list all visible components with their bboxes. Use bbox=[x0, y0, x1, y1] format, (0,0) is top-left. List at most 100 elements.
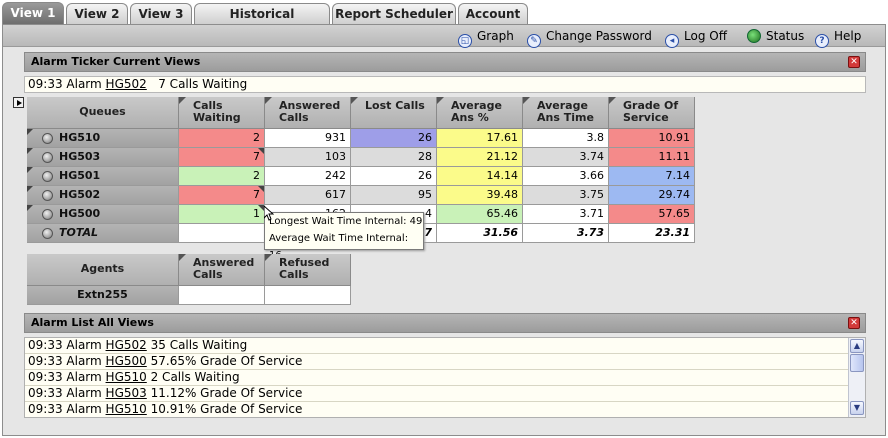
agent-row-label[interactable]: Extn255 bbox=[27, 286, 179, 305]
ticker-link[interactable]: HG502 bbox=[106, 77, 147, 91]
alarm-text: 10.91% Grade Of Service bbox=[150, 402, 303, 416]
alarm-list-title: Alarm List All Views bbox=[31, 316, 154, 329]
calls-waiting-cell: 1 bbox=[179, 205, 265, 224]
header-average-ans-time-label: Average Ans Time bbox=[537, 99, 594, 124]
grade-of-service-cell: 11.11 bbox=[609, 148, 695, 167]
alarm-time: 09:33 Alarm bbox=[28, 370, 102, 384]
header-calls-waiting[interactable]: Calls Waiting bbox=[179, 97, 265, 129]
answered-calls-cell: 617 bbox=[265, 186, 351, 205]
close-icon[interactable]: ✕ bbox=[848, 56, 860, 68]
queue-name: HG510 bbox=[59, 131, 101, 144]
change-password-link[interactable]: ✎ Change Password bbox=[527, 27, 652, 48]
key-icon: ✎ bbox=[527, 34, 541, 48]
wait-time-tooltip: Longest Wait Time Internal: 49 Average W… bbox=[264, 212, 424, 261]
toolbar: ◱ Graph ✎ Change Password ◂ Log Off Status … bbox=[3, 25, 885, 48]
lost-calls-cell: 95 bbox=[351, 186, 437, 205]
header-lost-calls[interactable]: Lost Calls bbox=[351, 97, 437, 129]
alarm-time: 09:33 Alarm bbox=[28, 354, 102, 368]
header-answered-calls[interactable]: Answered Calls bbox=[265, 97, 351, 129]
grade-of-service-cell: 10.91 bbox=[609, 129, 695, 148]
queue-row-label[interactable]: HG510 bbox=[27, 129, 179, 148]
alarm-list-header: Alarm List All Views ✕ bbox=[24, 313, 866, 333]
tab-view-1[interactable]: View 1 bbox=[2, 2, 64, 24]
total-label: TOTAL bbox=[59, 226, 99, 239]
status-label: Status bbox=[766, 29, 805, 43]
average-ans-pct-cell: 17.61 bbox=[437, 129, 523, 148]
expand-arrow-icon[interactable] bbox=[13, 97, 24, 108]
header-calls-waiting-label: Calls Waiting bbox=[193, 99, 241, 124]
queue-row-label[interactable]: HG500 bbox=[27, 205, 179, 224]
tab-view-3[interactable]: View 3 bbox=[130, 3, 192, 24]
graph-link[interactable]: ◱ Graph bbox=[458, 27, 514, 48]
alarm-link[interactable]: HG500 bbox=[106, 354, 147, 368]
queue-name: HG503 bbox=[59, 150, 101, 163]
log-off-link[interactable]: ◂ Log Off bbox=[665, 27, 727, 48]
average-ans-pct-cell: 39.48 bbox=[437, 186, 523, 205]
alarm-time: 09:33 Alarm bbox=[28, 386, 102, 400]
alarm-time: 09:33 Alarm bbox=[28, 338, 102, 352]
status-led-icon bbox=[747, 29, 761, 43]
scroll-up-icon[interactable]: ▲ bbox=[850, 339, 864, 353]
header-agent-refused-calls[interactable]: Refused Calls bbox=[265, 254, 351, 286]
list-item: 09:33 Alarm HG500 57.65% Grade Of Servic… bbox=[25, 354, 849, 370]
agent-refused-cell bbox=[265, 286, 351, 305]
calls-waiting-cell: 7 bbox=[179, 186, 265, 205]
tab-report-scheduler[interactable]: Report Scheduler bbox=[332, 3, 456, 24]
header-average-ans-pct-label: Average Ans % bbox=[451, 99, 502, 124]
grade-of-service-cell: 7.14 bbox=[609, 167, 695, 186]
help-icon: ? bbox=[815, 34, 829, 48]
tab-view-2[interactable]: View 2 bbox=[66, 3, 128, 24]
help-link[interactable]: ? Help bbox=[815, 27, 861, 48]
close-icon[interactable]: ✕ bbox=[848, 317, 860, 329]
alarm-link[interactable]: HG510 bbox=[106, 370, 147, 384]
queue-name: HG502 bbox=[59, 188, 101, 201]
total-row-label: TOTAL bbox=[27, 224, 179, 243]
back-arrow-icon: ◂ bbox=[665, 34, 679, 48]
ticker-text: 7 Calls Waiting bbox=[158, 77, 248, 91]
status-led-icon bbox=[42, 133, 53, 144]
list-item: 09:33 Alarm HG502 35 Calls Waiting bbox=[25, 338, 849, 354]
alarm-list: 09:33 Alarm HG502 35 Calls Waiting 09:33… bbox=[24, 337, 866, 418]
header-average-ans-time[interactable]: Average Ans Time bbox=[523, 97, 609, 129]
queue-row-label[interactable]: HG502 bbox=[27, 186, 179, 205]
total-calls-waiting-cell bbox=[179, 224, 265, 243]
calls-waiting-cell: 7 bbox=[179, 148, 265, 167]
alarm-link[interactable]: HG502 bbox=[106, 338, 147, 352]
log-off-label: Log Off bbox=[684, 29, 727, 43]
average-ans-time-cell: 3.75 bbox=[523, 186, 609, 205]
lost-calls-cell: 26 bbox=[351, 167, 437, 186]
total-grade-of-service-cell: 23.31 bbox=[609, 224, 695, 243]
header-agents[interactable]: Agents bbox=[27, 254, 179, 286]
answered-calls-cell: 103 bbox=[265, 148, 351, 167]
tab-bar: View 1 View 2 View 3 Historical Reportin… bbox=[0, 0, 888, 41]
status-led-icon bbox=[42, 171, 53, 182]
header-grade-of-service-label: Grade Of Service bbox=[623, 99, 679, 124]
scroll-down-icon[interactable]: ▼ bbox=[850, 401, 864, 415]
queue-row-label[interactable]: HG503 bbox=[27, 148, 179, 167]
list-item: 09:33 Alarm HG510 10.91% Grade Of Servic… bbox=[25, 402, 849, 417]
scroll-thumb[interactable] bbox=[850, 354, 864, 372]
list-item: 09:33 Alarm HG503 11.12% Grade Of Servic… bbox=[25, 386, 849, 402]
header-answered-calls-label: Answered Calls bbox=[279, 99, 341, 124]
header-grade-of-service[interactable]: Grade Of Service bbox=[609, 97, 695, 129]
tab-account[interactable]: Account bbox=[458, 3, 528, 24]
queue-row-label[interactable]: HG501 bbox=[27, 167, 179, 186]
alarm-time: 09:33 Alarm bbox=[28, 402, 102, 416]
header-lost-calls-label: Lost Calls bbox=[365, 99, 425, 112]
alarm-list-scrollbar[interactable]: ▲ ▼ bbox=[848, 338, 865, 417]
header-average-ans-pct[interactable]: Average Ans % bbox=[437, 97, 523, 129]
status-link[interactable]: Status bbox=[747, 27, 804, 45]
status-led-icon bbox=[42, 228, 53, 239]
average-ans-time-cell: 3.74 bbox=[523, 148, 609, 167]
change-password-label: Change Password bbox=[546, 29, 652, 43]
header-agent-answered-calls[interactable]: Answered Calls bbox=[179, 254, 265, 286]
alarm-text: 57.65% Grade Of Service bbox=[150, 354, 303, 368]
queue-name: HG501 bbox=[59, 169, 101, 182]
tab-historical-reporting[interactable]: Historical Reporting bbox=[194, 3, 330, 41]
average-ans-time-cell: 3.71 bbox=[523, 205, 609, 224]
header-queues[interactable]: Queues bbox=[27, 97, 179, 129]
alarm-link[interactable]: HG510 bbox=[106, 402, 147, 416]
alarm-link[interactable]: HG503 bbox=[106, 386, 147, 400]
answered-calls-cell: 242 bbox=[265, 167, 351, 186]
alarm-text: 2 Calls Waiting bbox=[150, 370, 240, 384]
